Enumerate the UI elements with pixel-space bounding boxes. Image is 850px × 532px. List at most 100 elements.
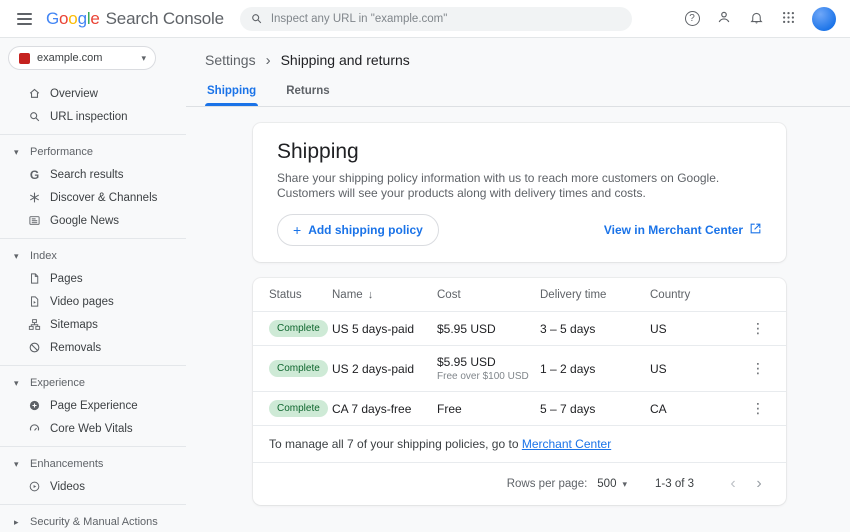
dropdown-caret-icon: ▾ xyxy=(141,54,146,63)
sidebar-section-enhancements[interactable]: ▾ Enhancements xyxy=(0,453,186,475)
column-header-name-label: Name xyxy=(332,289,363,301)
user-settings-button[interactable] xyxy=(711,6,737,32)
discover-asterisk-icon xyxy=(28,191,41,204)
section-expand-icon: ▾ xyxy=(14,252,23,261)
sidebar-item-page-experience[interactable]: Page Experience xyxy=(0,394,186,417)
page-experience-icon xyxy=(28,399,41,412)
block-icon xyxy=(28,341,41,354)
cell-country: US xyxy=(650,362,746,376)
rows-per-page-select[interactable]: 500 ▾ xyxy=(597,478,627,490)
rows-per-page-label: Rows per page: xyxy=(507,478,588,490)
cell-country: US xyxy=(650,322,746,336)
sidebar-item-label: Sitemaps xyxy=(50,319,98,331)
sidebar-item-label: Search results xyxy=(50,169,124,181)
status-badge: Complete xyxy=(269,400,328,417)
sidebar-item-sitemaps[interactable]: Sitemaps xyxy=(0,313,186,336)
section-collapsed-icon: ▸ xyxy=(14,518,23,527)
table-footer-note: To manage all 7 of your shipping policie… xyxy=(253,426,786,463)
search-input[interactable] xyxy=(271,13,622,25)
sidebar-item-video-pages[interactable]: Video pages xyxy=(0,290,186,313)
section-label: Index xyxy=(30,250,57,262)
tab-returns[interactable]: Returns xyxy=(284,78,331,106)
notifications-button[interactable] xyxy=(743,6,769,32)
chevron-left-icon: ‹ xyxy=(730,475,735,493)
account-avatar[interactable] xyxy=(812,7,836,31)
sidebar-divider xyxy=(0,134,186,135)
cell-name: CA 7 days-free xyxy=(332,402,437,416)
table-header-row: Status Name ↓ Cost Delivery time Country xyxy=(253,278,786,312)
shipping-description-line1: Share your shipping policy information w… xyxy=(277,171,762,186)
section-expand-icon: ▾ xyxy=(14,460,23,469)
search-icon xyxy=(250,12,263,25)
breadcrumb-current: Shipping and returns xyxy=(281,52,410,68)
rows-per-page-caret-icon: ▾ xyxy=(622,480,627,489)
pagination-next-button[interactable]: › xyxy=(746,471,772,497)
hamburger-icon xyxy=(17,13,32,25)
table-pagination: Rows per page: 500 ▾ 1-3 of 3 ‹ › xyxy=(253,463,786,505)
shipping-card-actions: + Add shipping policy View in Merchant C… xyxy=(277,214,762,246)
sidebar-item-google-news[interactable]: Google News xyxy=(0,209,186,232)
sidebar-item-url-inspection[interactable]: URL inspection xyxy=(0,105,186,128)
row-menu-button[interactable]: ⋮ xyxy=(746,357,770,381)
status-badge: Complete xyxy=(269,320,328,337)
sidebar-item-label: Removals xyxy=(50,342,101,354)
view-in-merchant-center-link[interactable]: View in Merchant Center xyxy=(604,222,762,238)
column-header-status: Status xyxy=(269,289,332,301)
sidebar-item-removals[interactable]: Removals xyxy=(0,336,186,359)
menu-button[interactable] xyxy=(10,5,38,33)
section-expand-icon: ▾ xyxy=(14,379,23,388)
shipping-policies-table: Status Name ↓ Cost Delivery time Country… xyxy=(253,278,786,505)
apps-grid-button[interactable] xyxy=(775,6,801,32)
table-row[interactable]: Complete US 5 days-paid $5.95 USD 3 – 5 … xyxy=(253,312,786,346)
cost-value: $5.95 USD xyxy=(437,355,496,369)
table-row[interactable]: Complete CA 7 days-free Free 5 – 7 days … xyxy=(253,392,786,426)
shipping-description-line2: Customers will see your products along w… xyxy=(277,186,762,201)
row-menu-button[interactable]: ⋮ xyxy=(746,397,770,421)
sidebar-item-overview[interactable]: Overview xyxy=(0,82,186,105)
video-file-icon xyxy=(28,295,41,308)
speedometer-icon xyxy=(28,422,41,435)
merchant-center-link[interactable]: Merchant Center xyxy=(522,437,611,451)
app-logo[interactable]: Google Search Console xyxy=(46,9,224,29)
topbar: Google Search Console ? xyxy=(0,0,850,38)
section-label: Enhancements xyxy=(30,458,103,470)
url-inspection-searchbar[interactable] xyxy=(240,7,632,31)
section-label: Experience xyxy=(30,377,85,389)
pagination-prev-button[interactable]: ‹ xyxy=(720,471,746,497)
sidebar-item-pages[interactable]: Pages xyxy=(0,267,186,290)
sidebar-item-label: Page Experience xyxy=(50,400,138,412)
sidebar-item-videos[interactable]: Videos xyxy=(0,475,186,498)
sidebar-section-index[interactable]: ▾ Index xyxy=(0,245,186,267)
sidebar-item-core-web-vitals[interactable]: Core Web Vitals xyxy=(0,417,186,440)
cell-country: CA xyxy=(650,402,746,416)
plus-icon: + xyxy=(293,223,301,237)
sidebar-section-experience[interactable]: ▾ Experience xyxy=(0,372,186,394)
rows-per-page-value: 500 xyxy=(597,478,616,490)
apps-grid-icon xyxy=(781,10,796,28)
sidebar-section-security[interactable]: ▸ Security & Manual Actions xyxy=(0,511,186,532)
table-row[interactable]: Complete US 2 days-paid $5.95 USD Free o… xyxy=(253,346,786,392)
cell-name: US 5 days-paid xyxy=(332,322,437,336)
sidebar-item-discover[interactable]: Discover & Channels xyxy=(0,186,186,209)
help-button[interactable]: ? xyxy=(679,6,705,32)
property-selector[interactable]: example.com ▾ xyxy=(8,46,156,70)
sidebar-item-search-results[interactable]: G Search results xyxy=(0,163,186,186)
cell-cost: Free xyxy=(437,402,540,416)
sidebar-item-label: URL inspection xyxy=(50,111,128,123)
user-settings-icon xyxy=(716,9,732,28)
topbar-actions: ? xyxy=(679,6,836,32)
external-link-icon xyxy=(749,222,762,238)
sidebar-section-performance[interactable]: ▾ Performance xyxy=(0,141,186,163)
column-header-country: Country xyxy=(650,289,746,301)
kebab-icon: ⋮ xyxy=(751,400,765,417)
cell-name: US 2 days-paid xyxy=(332,362,437,376)
kebab-icon: ⋮ xyxy=(751,360,765,377)
sitemap-icon xyxy=(28,318,41,331)
breadcrumb-settings-link[interactable]: Settings xyxy=(205,52,256,68)
column-header-name[interactable]: Name ↓ xyxy=(332,289,437,301)
cell-delivery: 1 – 2 days xyxy=(540,362,650,376)
row-menu-button[interactable]: ⋮ xyxy=(746,317,770,341)
add-shipping-policy-button[interactable]: + Add shipping policy xyxy=(277,214,439,246)
sidebar-item-label: Google News xyxy=(50,215,119,227)
tab-shipping[interactable]: Shipping xyxy=(205,78,258,106)
